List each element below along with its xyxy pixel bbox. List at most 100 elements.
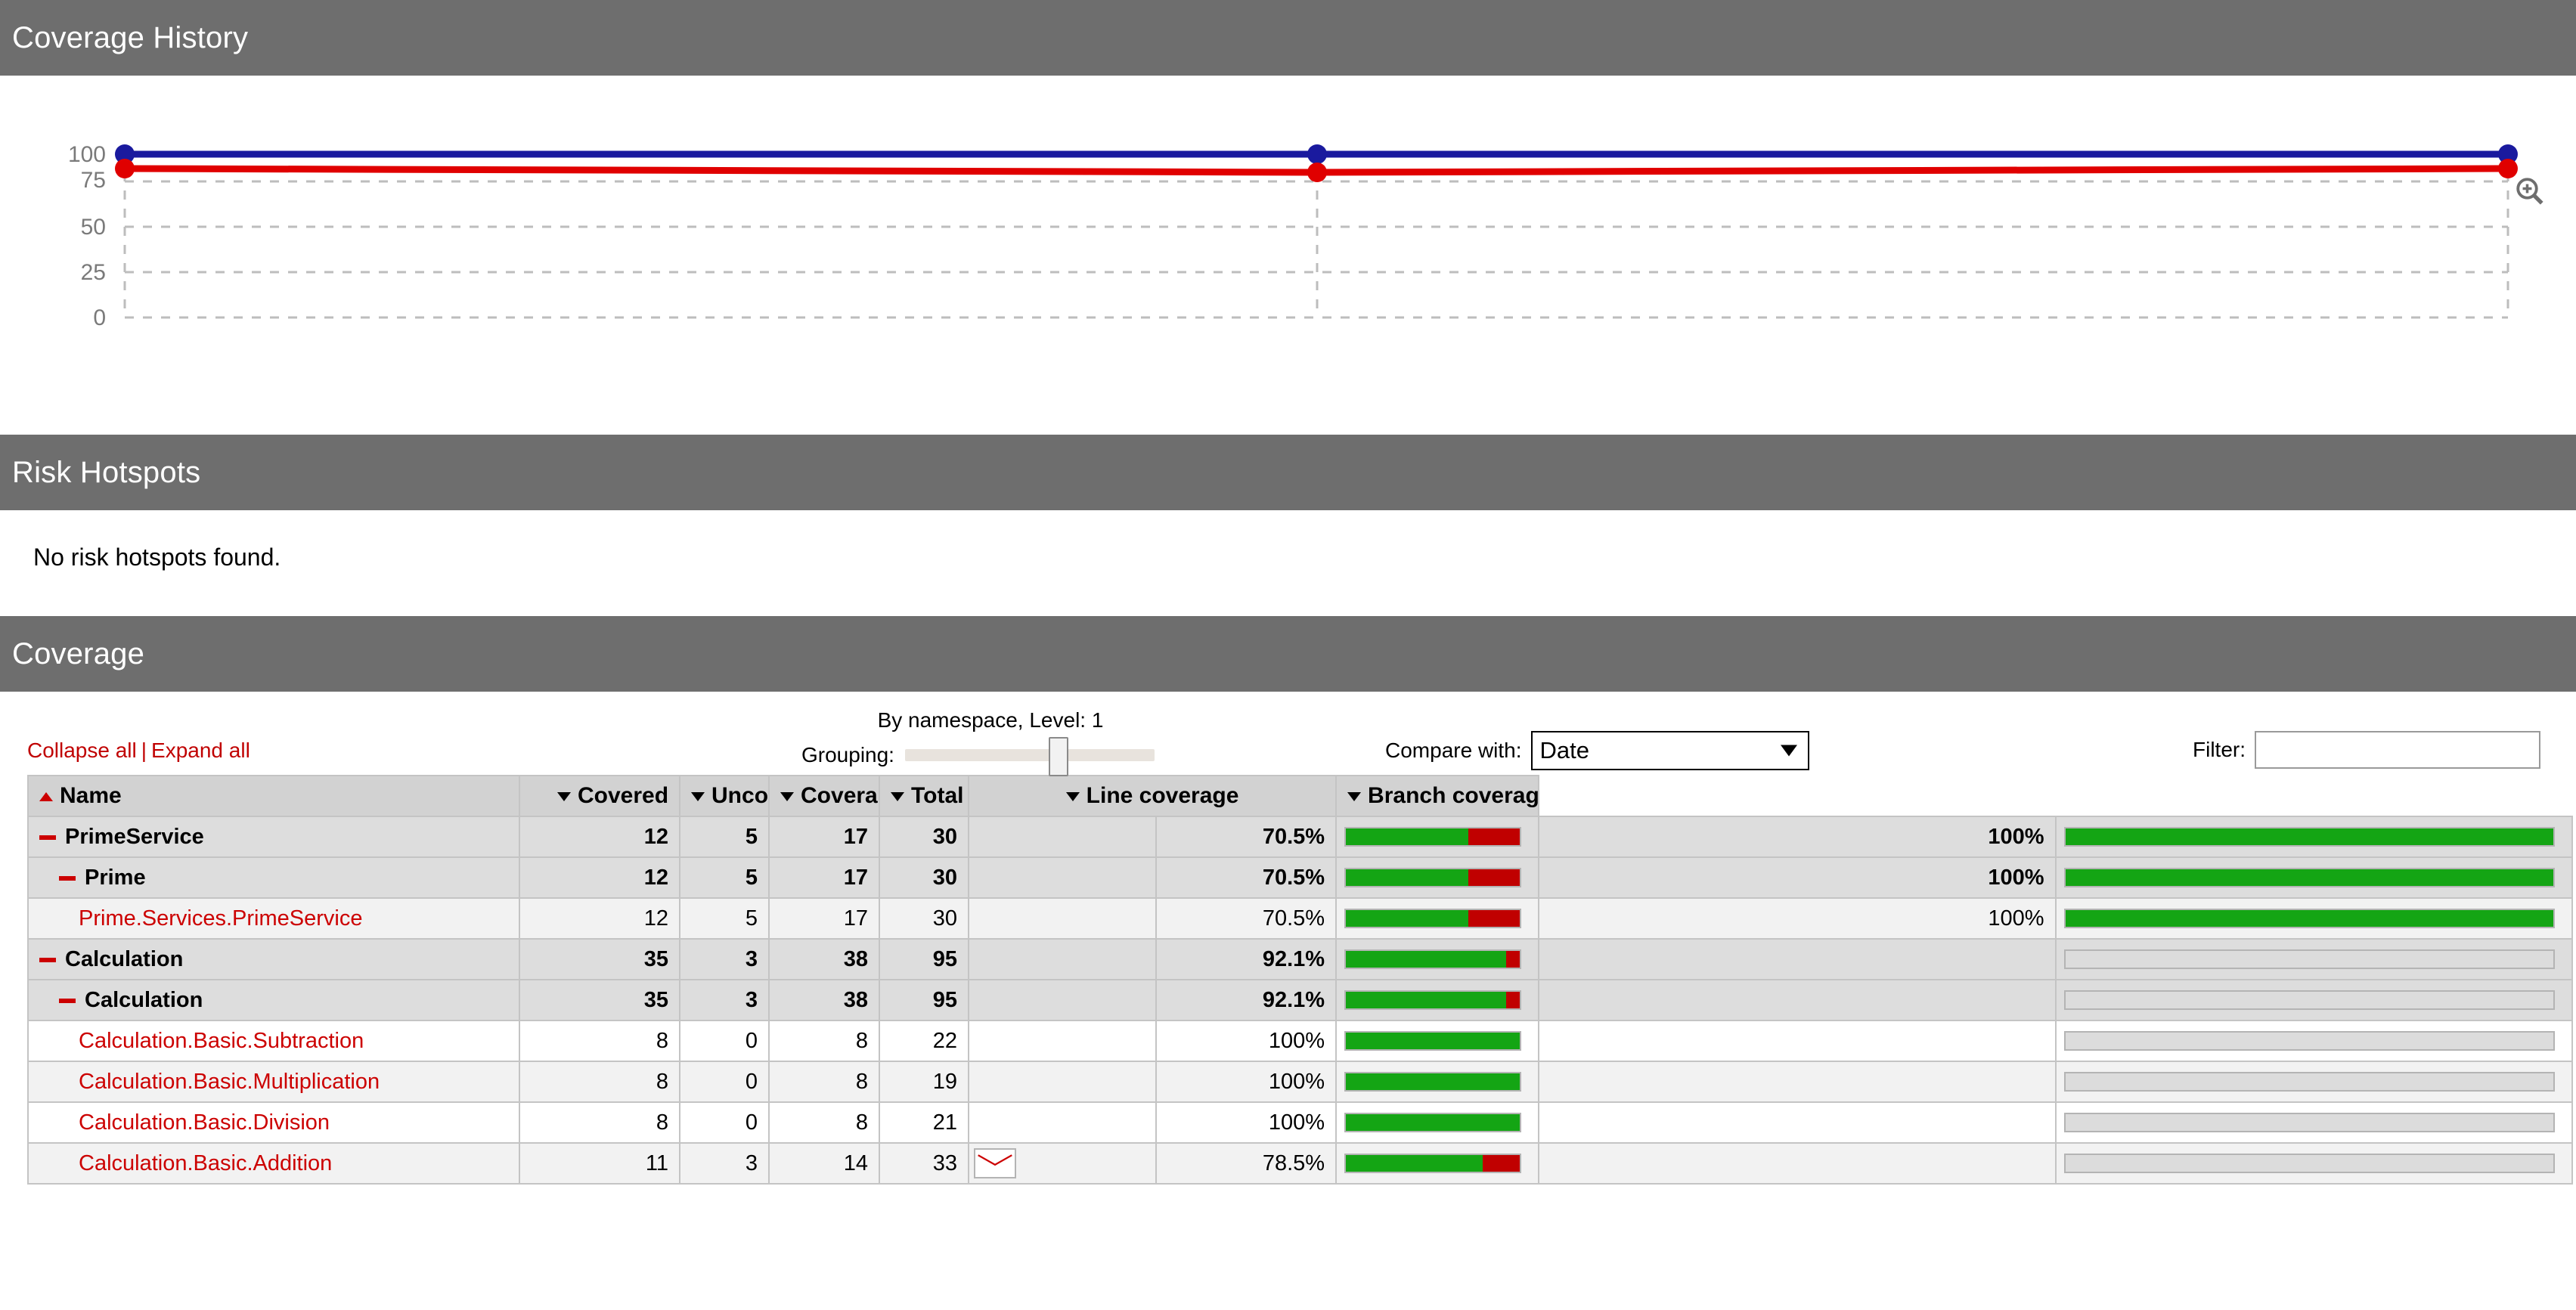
cell-name: Calculation.Basic.Division xyxy=(28,1102,519,1143)
covered-portion xyxy=(1346,992,1506,1008)
covered-portion xyxy=(1346,1114,1520,1131)
cell-line-coverage-percent: 100% xyxy=(1156,1020,1336,1061)
class-link[interactable]: Calculation.Basic.Addition xyxy=(79,1151,332,1175)
cell-total: 33 xyxy=(879,1143,969,1184)
class-link[interactable]: Calculation.Basic.Division xyxy=(79,1110,330,1135)
collapse-all-link[interactable]: Collapse all xyxy=(27,739,137,762)
chevron-down-icon xyxy=(1781,745,1797,757)
cell-coverable: 8 xyxy=(769,1020,879,1061)
expand-all-link[interactable]: Expand all xyxy=(151,739,250,762)
covered-portion xyxy=(2066,869,2553,886)
grouping-slider[interactable] xyxy=(905,744,1155,766)
cell-history-sparkline xyxy=(969,1020,1156,1061)
cell-history-sparkline xyxy=(969,1061,1156,1102)
svg-text:50: 50 xyxy=(81,215,106,240)
chart-point-line xyxy=(1307,163,1327,182)
covered-portion xyxy=(1346,951,1506,968)
column-header-uncovered[interactable]: Uncovered xyxy=(680,776,769,816)
cell-uncovered: 3 xyxy=(680,980,769,1020)
grouping-control: By namespace, Level: 1 Grouping: xyxy=(801,708,1155,767)
column-header-branch-coverage[interactable]: Branch coverage xyxy=(1336,776,1539,816)
cell-history-sparkline xyxy=(969,1143,1156,1184)
table-row: Calculation353389592.1% xyxy=(28,939,2572,980)
cell-uncovered: 3 xyxy=(680,939,769,980)
class-link[interactable]: Calculation.Basic.Subtraction xyxy=(79,1029,364,1053)
coverage-history-header: Coverage History xyxy=(0,0,2576,76)
filter-control: Filter: xyxy=(2193,731,2540,769)
class-link[interactable]: Prime.Services.PrimeService xyxy=(79,906,362,931)
history-sparkline-icon xyxy=(974,1148,1016,1178)
covered-portion xyxy=(1346,1073,1520,1090)
svg-text:0: 0 xyxy=(93,305,106,330)
cell-covered: 8 xyxy=(519,1020,680,1061)
cell-branch-coverage-bar xyxy=(2056,898,2572,939)
coverage-body: Collapse all|Expand all By namespace, Le… xyxy=(0,692,2576,1185)
cell-name: Calculation.Basic.Subtraction xyxy=(28,1020,519,1061)
covered-portion xyxy=(1346,910,1468,927)
minus-icon[interactable] xyxy=(39,835,56,840)
cell-total: 95 xyxy=(879,980,969,1020)
line-coverage-bar xyxy=(1344,949,1521,969)
cell-uncovered: 5 xyxy=(680,816,769,857)
caret-up-icon xyxy=(39,792,53,801)
minus-icon[interactable] xyxy=(59,876,76,881)
cell-total: 22 xyxy=(879,1020,969,1061)
column-header-covered[interactable]: Covered xyxy=(519,776,680,816)
column-header-coverable[interactable]: Coverable xyxy=(769,776,879,816)
table-row: Calculation353389592.1% xyxy=(28,980,2572,1020)
branch-coverage-bar xyxy=(2064,909,2555,928)
branch-coverage-bar xyxy=(2064,1072,2555,1092)
grouping-slider-thumb[interactable] xyxy=(1049,737,1068,776)
cell-total: 21 xyxy=(879,1102,969,1143)
cell-branch-coverage-bar xyxy=(2056,857,2572,898)
covered-portion xyxy=(1346,1033,1520,1049)
cell-uncovered: 3 xyxy=(680,1143,769,1184)
cell-branch-coverage-percent xyxy=(1539,1061,2055,1102)
minus-icon[interactable] xyxy=(39,958,56,962)
filter-label: Filter: xyxy=(2193,738,2246,762)
cell-history-sparkline xyxy=(969,857,1156,898)
caret-down-icon xyxy=(780,792,794,801)
caret-down-icon xyxy=(1347,792,1361,801)
cell-branch-coverage-percent xyxy=(1539,1102,2055,1143)
table-row: Calculation.Basic.Addition113143378.5% xyxy=(28,1143,2572,1184)
row-name-label: Calculation xyxy=(65,947,183,971)
cell-branch-coverage-bar xyxy=(2056,1102,2572,1143)
links-separator: | xyxy=(137,739,151,762)
minus-icon[interactable] xyxy=(59,999,76,1003)
uncovered-portion xyxy=(1483,1155,1520,1172)
cell-name: Calculation.Basic.Multiplication xyxy=(28,1061,519,1102)
cell-coverable: 17 xyxy=(769,898,879,939)
branch-coverage-bar xyxy=(2064,1113,2555,1132)
branch-coverage-bar xyxy=(2064,868,2555,887)
column-header-line-coverage[interactable]: Line coverage xyxy=(969,776,1336,816)
line-coverage-bar xyxy=(1344,1154,1521,1173)
class-link[interactable]: Calculation.Basic.Multiplication xyxy=(79,1070,380,1094)
compare-with-value: Date xyxy=(1540,737,1589,764)
column-header-total-label: Total xyxy=(911,783,963,808)
filter-input[interactable] xyxy=(2255,731,2540,769)
cell-branch-coverage-percent xyxy=(1539,1143,2055,1184)
column-header-total[interactable]: Total xyxy=(879,776,969,816)
cell-name: Calculation xyxy=(28,980,519,1020)
branch-coverage-bar xyxy=(2064,949,2555,969)
column-header-name[interactable]: Name xyxy=(28,776,519,816)
cell-history-sparkline xyxy=(969,980,1156,1020)
risk-hotspots-body: No risk hotspots found. xyxy=(0,510,2576,616)
cell-branch-coverage-percent xyxy=(1539,1020,2055,1061)
line-coverage-bar xyxy=(1344,990,1521,1010)
cell-covered: 35 xyxy=(519,980,680,1020)
grouping-slider-track[interactable] xyxy=(905,749,1155,761)
cell-total: 30 xyxy=(879,857,969,898)
line-coverage-bar xyxy=(1344,1113,1521,1132)
cell-uncovered: 0 xyxy=(680,1020,769,1061)
cell-line-coverage-percent: 92.1% xyxy=(1156,939,1336,980)
coverage-table-body: PrimeService125173070.5%100%Prime1251730… xyxy=(28,816,2572,1184)
compare-with-select[interactable]: Date xyxy=(1531,731,1809,770)
covered-portion xyxy=(2066,828,2553,845)
column-header-uncovered-label: Uncovered xyxy=(711,783,769,808)
cell-line-coverage-percent: 78.5% xyxy=(1156,1143,1336,1184)
cell-branch-coverage-percent: 100% xyxy=(1539,857,2055,898)
cell-covered: 12 xyxy=(519,857,680,898)
magnifier-plus-icon[interactable] xyxy=(2514,175,2546,207)
